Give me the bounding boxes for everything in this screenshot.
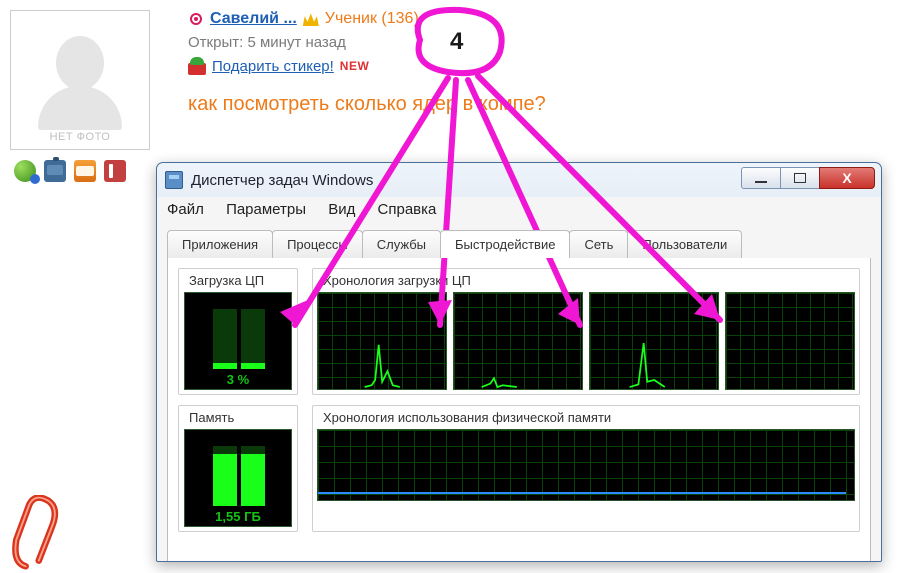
tab-processes[interactable]: Процессы: [272, 230, 363, 258]
avatar-silhouette: [30, 30, 130, 130]
report-icon[interactable]: [104, 160, 126, 182]
memory-group: Память 1,55 ГБ: [178, 405, 298, 532]
close-button[interactable]: X: [819, 167, 875, 189]
menu-view[interactable]: Вид: [328, 201, 355, 218]
message-icon[interactable]: [74, 160, 96, 182]
profile-action-bar: [10, 160, 170, 182]
task-manager-window: Диспетчер задач Windows X Файл Параметры…: [156, 162, 882, 562]
tab-performance[interactable]: Быстродействие: [440, 230, 570, 258]
tab-bar: Приложения Процессы Службы Быстродействи…: [157, 224, 881, 258]
memory-gauge: 1,55 ГБ: [184, 429, 292, 527]
cpu-usage-value: 3 %: [185, 372, 291, 387]
cpu-gauge: 3 %: [184, 292, 292, 390]
maximize-button[interactable]: [780, 167, 820, 189]
memory-label: Память: [183, 410, 293, 429]
memory-value: 1,55 ГБ: [185, 509, 291, 524]
memory-history-label: Хронология использования физической памя…: [317, 410, 855, 429]
new-badge: NEW: [340, 59, 370, 73]
gift-sticker-link[interactable]: Подарить стикер!: [212, 58, 334, 75]
cpu-core-graph-3: [589, 292, 719, 390]
menubar: Файл Параметры Вид Справка: [157, 197, 881, 224]
app-icon: [165, 171, 183, 189]
window-title: Диспетчер задач Windows: [191, 172, 373, 189]
no-photo-label: НЕТ ФОТО: [11, 131, 149, 143]
cpu-usage-label: Загрузка ЦП: [183, 273, 293, 292]
avatar: НЕТ ФОТО: [10, 10, 150, 150]
tab-network[interactable]: Сеть: [569, 230, 628, 258]
tab-users[interactable]: Пользователи: [627, 230, 742, 258]
paperclip-icon: [6, 495, 64, 570]
cpu-core-graph-2: [453, 292, 583, 390]
menu-help[interactable]: Справка: [378, 201, 437, 218]
titlebar[interactable]: Диспетчер задач Windows X: [157, 163, 881, 197]
minimize-button[interactable]: [741, 167, 781, 189]
tab-services[interactable]: Службы: [362, 230, 441, 258]
menu-options[interactable]: Параметры: [226, 201, 306, 218]
cpu-history-group: Хронология загрузки ЦП: [312, 268, 860, 395]
cpu-history-label: Хронология загрузки ЦП: [317, 273, 855, 292]
menu-file[interactable]: Файл: [167, 201, 204, 218]
crown-icon: [303, 12, 319, 26]
username-link[interactable]: Савелий ...: [210, 10, 297, 28]
tab-applications[interactable]: Приложения: [167, 230, 273, 258]
cpu-core-graph-1: [317, 292, 447, 390]
question-title: как посмотреть сколько ядер в компе?: [188, 93, 900, 116]
add-friend-icon[interactable]: [14, 160, 36, 182]
rank-label: Ученик (136): [325, 10, 419, 28]
flower-icon: [188, 11, 204, 27]
cpu-core-graph-4: [725, 292, 855, 390]
memory-history-group: Хронология использования физической памя…: [312, 405, 860, 532]
memory-history-graph: [317, 429, 855, 501]
photos-icon[interactable]: [44, 160, 66, 182]
performance-panel: Загрузка ЦП 3 % Хронология загрузки ЦП: [167, 258, 871, 562]
gift-icon: [188, 57, 206, 75]
opened-time: Открыт: 5 минут назад: [188, 34, 900, 51]
cpu-usage-group: Загрузка ЦП 3 %: [178, 268, 298, 395]
